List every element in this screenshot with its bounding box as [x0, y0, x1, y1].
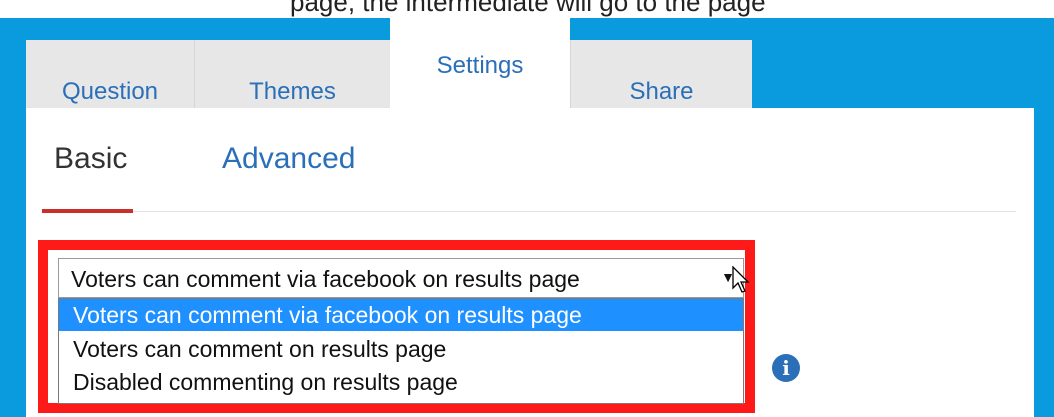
- dropdown-option[interactable]: Disabled commenting on results page: [59, 366, 743, 398]
- comment-dropdown-list: Voters can comment via facebook on resul…: [58, 298, 744, 404]
- subtab-divider: [42, 211, 1016, 212]
- dropdown-option[interactable]: Voters can comment on results page: [59, 333, 743, 365]
- top-text-strip: page, the intermediate will go to the pa…: [0, 0, 1054, 18]
- comment-select[interactable]: Voters can comment via facebook on resul…: [58, 258, 744, 298]
- info-icon[interactable]: i: [772, 354, 800, 382]
- settings-content: Basic Advanced Voters can comment via fa…: [26, 108, 1034, 417]
- settings-panel: Question Themes Share Basic Advanced Vot…: [26, 18, 1034, 417]
- tab-settings[interactable]: Settings: [390, 18, 570, 128]
- tab-question-label: Question: [61, 78, 159, 105]
- tab-themes-label: Themes: [249, 78, 336, 105]
- subtab-advanced[interactable]: Advanced: [222, 142, 355, 176]
- tab-share-label: Share: [629, 78, 694, 105]
- comment-select-value: Voters can comment via facebook on resul…: [71, 266, 580, 292]
- dropdown-option[interactable]: Voters can comment via facebook on resul…: [59, 299, 743, 331]
- subtab-basic[interactable]: Basic: [54, 142, 127, 176]
- tab-settings-label: Settings: [436, 52, 524, 79]
- active-subtab-underline: [42, 209, 133, 213]
- top-text: page, the intermediate will go to the pa…: [290, 0, 766, 17]
- mouse-cursor-icon: [732, 266, 750, 293]
